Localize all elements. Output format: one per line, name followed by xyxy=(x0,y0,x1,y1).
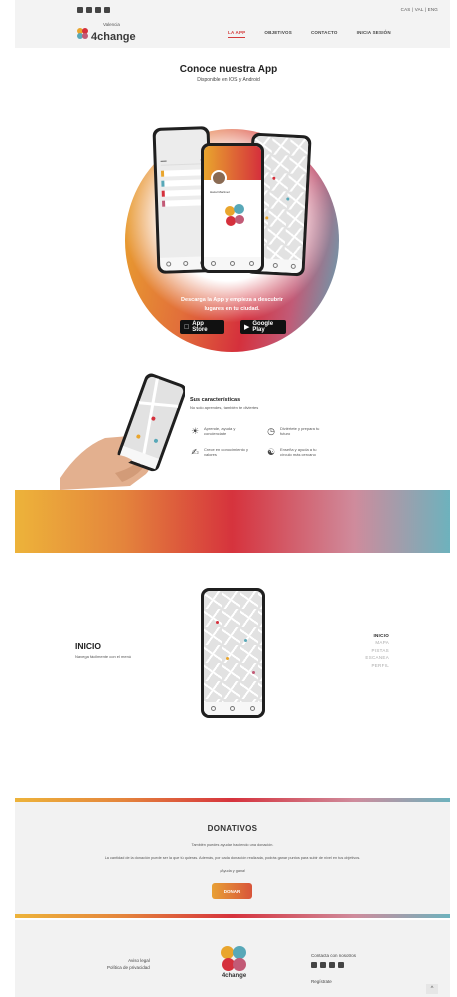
language-selector[interactable]: CAS | VAL | ENG xyxy=(401,7,438,12)
facebook-icon[interactable] xyxy=(86,7,92,13)
apple-icon:  xyxy=(184,324,189,331)
donations-text: También puedes ayudar haciendo una donac… xyxy=(191,843,274,847)
logo-petals-icon xyxy=(221,946,247,972)
donations-text: La cantidad de la donación puede ser la … xyxy=(104,856,361,860)
donations-title: DONATIVOS xyxy=(207,824,258,833)
mail-icon[interactable] xyxy=(338,962,344,968)
feature-item: ☀ Aprende, ayuda y concienciate xyxy=(190,426,236,437)
nav-la-app[interactable]: LA APP xyxy=(228,30,246,38)
instagram-icon[interactable] xyxy=(77,7,83,13)
youtube-icon[interactable] xyxy=(329,962,335,968)
feature-item: ✍ Crece en conocimiento y valores xyxy=(191,447,249,458)
facebook-icon[interactable] xyxy=(320,962,326,968)
clock-icon: ◷ xyxy=(267,426,275,436)
donations-text: ¡Ayuda y gana! xyxy=(219,869,246,873)
menu-item-pistas[interactable]: PISTAS xyxy=(365,647,389,654)
app-store-label: App Store xyxy=(187,321,216,333)
menu-item-perfil[interactable]: PERFIL xyxy=(365,662,389,669)
hero-subtitle: Disponible en IOS y Android xyxy=(197,77,260,83)
phone-mockup-profile: Hazel Martinez xyxy=(201,143,264,273)
features-subtitle: No solo aprendes, también te diviertes xyxy=(190,405,259,410)
header-social-links xyxy=(77,7,110,13)
download-cta-text: Descarga la App y empieza a descubrir lu… xyxy=(181,297,283,312)
site-footer: Aviso legal Política de privacidad 4chan… xyxy=(15,920,450,997)
site-logo[interactable]: Valencia 4change xyxy=(77,22,136,44)
logo-petals-icon xyxy=(77,27,88,39)
logo-subtitle: Valencia xyxy=(103,22,120,27)
people-icon: ☯ xyxy=(266,447,276,457)
nav-contacto[interactable]: CONTACTO xyxy=(311,30,338,38)
lightbulb-icon: ☀ xyxy=(190,426,200,436)
features-title: Sus características xyxy=(190,397,241,403)
google-play-label: Google Play xyxy=(252,321,274,333)
hand-holding-phone-image xyxy=(60,373,185,490)
instagram-icon[interactable] xyxy=(311,962,317,968)
feature-item: ☯ Enseña y ayuda a tu círculo más cercan… xyxy=(266,447,317,458)
app-menu-list: INICIO MAPA PISTAS ESCANEA PERFIL xyxy=(365,632,389,669)
contact-link[interactable]: Contacta con nosotros xyxy=(311,953,356,958)
gradient-banner xyxy=(15,490,450,553)
footer-logo-text: 4change xyxy=(221,973,247,979)
legal-link[interactable]: Aviso legal xyxy=(107,958,150,965)
feature-item: ◷ Diviértete y prepara tu futuro xyxy=(267,426,320,437)
play-icon: ▶ xyxy=(244,324,250,331)
nav-objetivos[interactable]: OBJETIVOS xyxy=(264,30,292,38)
nav-inicia-sesion[interactable]: INICIA SESIÓN xyxy=(357,30,391,38)
handshake-icon: ✍ xyxy=(191,447,199,457)
donate-button[interactable]: DONAR xyxy=(212,883,252,899)
donations-section: DONATIVOS También puedes ayudar haciendo… xyxy=(15,802,450,914)
footer-logo[interactable]: 4change xyxy=(214,946,254,979)
app-store-button[interactable]:  App Store xyxy=(180,320,224,334)
mail-icon[interactable] xyxy=(104,7,110,13)
section-title: INICIO xyxy=(75,641,101,651)
menu-item-inicio[interactable]: INICIO xyxy=(365,632,389,639)
main-nav: LA APP OBJETIVOS CONTACTO INICIA SESIÓN xyxy=(228,30,391,38)
menu-item-escanea[interactable]: ESCANEA xyxy=(365,654,389,661)
profile-name: Hazel Martinez xyxy=(210,190,231,194)
section-description: Navega fácilmente con el menú xyxy=(75,654,132,659)
privacy-link[interactable]: Política de privacidad xyxy=(107,965,150,972)
youtube-icon[interactable] xyxy=(95,7,101,13)
divider-gradient xyxy=(15,914,450,918)
site-header: CAS | VAL | ENG Valencia 4change LA APP … xyxy=(15,0,450,48)
register-link[interactable]: Regístrate xyxy=(311,979,356,984)
scroll-to-top-button[interactable]: ^ xyxy=(426,984,438,994)
menu-item-mapa[interactable]: MAPA xyxy=(365,639,389,646)
avatar xyxy=(211,170,227,186)
phone-mockup-navigation xyxy=(201,588,265,718)
map-view xyxy=(204,591,262,715)
hero-title: Conoce nuestra App xyxy=(179,64,278,75)
logo-petals-icon xyxy=(225,204,245,228)
logo-title: 4change xyxy=(91,30,136,43)
google-play-button[interactable]: ▶ Google Play xyxy=(240,320,286,334)
footer-social-links xyxy=(311,962,356,968)
